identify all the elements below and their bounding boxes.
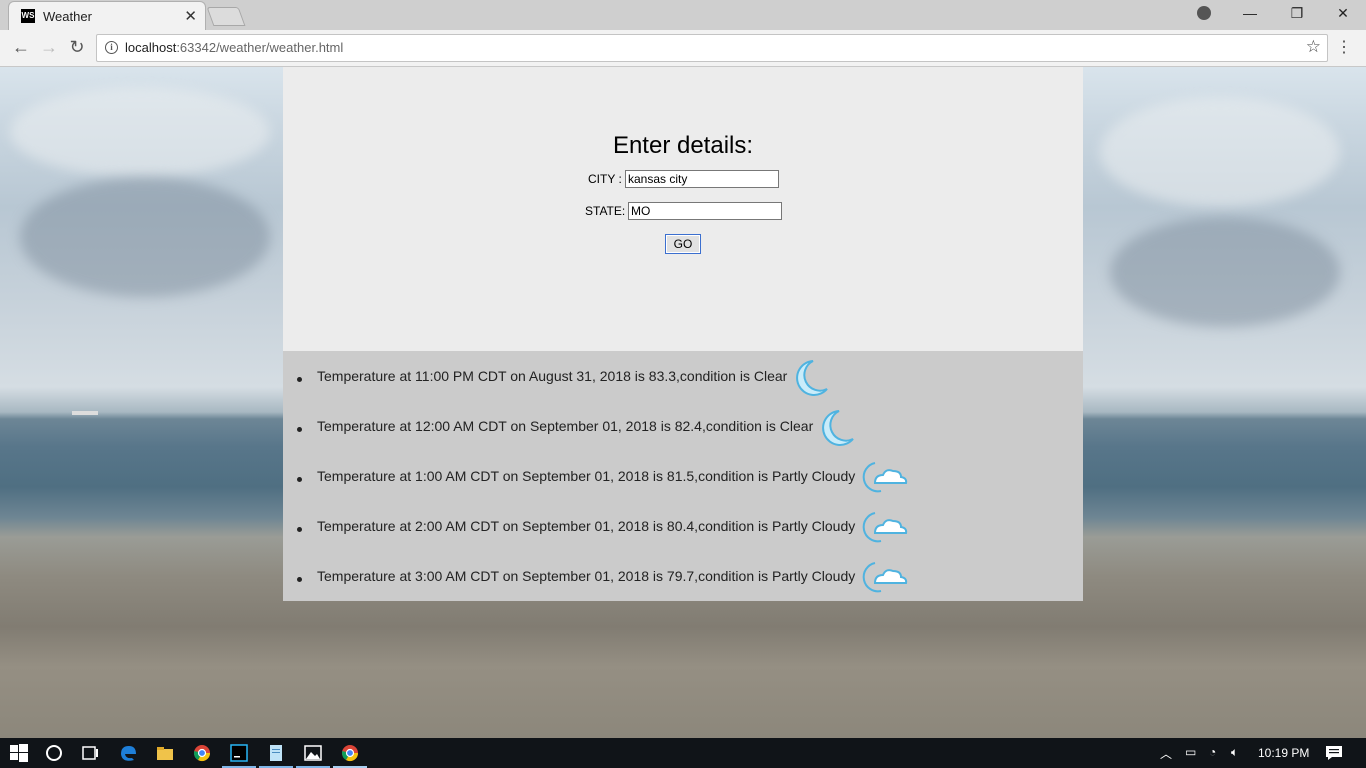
volume-icon[interactable]: 🔈︎	[1231, 745, 1238, 760]
state-input[interactable]	[628, 202, 782, 220]
bullet	[297, 577, 302, 582]
info-icon[interactable]: i	[105, 41, 118, 54]
page-viewport: Enter details: CITY : STATE: GO Temperat…	[0, 67, 1366, 738]
webstorm-icon[interactable]	[229, 743, 249, 763]
state-label: STATE:	[585, 204, 626, 218]
reload-icon[interactable]: ↻	[66, 36, 88, 58]
url-text[interactable]: localhost:63342/weather/weather.html	[125, 40, 343, 55]
city-row: CITY :	[588, 170, 779, 188]
file-explorer-icon[interactable]	[155, 743, 175, 763]
menu-icon[interactable]: ⋮	[1336, 37, 1352, 57]
profile-icon[interactable]	[1197, 6, 1211, 20]
battery-icon[interactable]: ▭	[1185, 745, 1196, 759]
go-button[interactable]: GO	[665, 234, 701, 254]
result-text: Temperature at 11:00 PM CDT on August 31…	[317, 368, 788, 384]
forward-icon[interactable]: →	[38, 36, 60, 58]
show-hidden-icons-icon[interactable]: ︿	[1160, 745, 1172, 762]
browser-tab[interactable]: WS Weather ✕	[8, 1, 206, 31]
search-cortana-icon[interactable]	[44, 743, 64, 763]
moon-icon	[822, 410, 854, 446]
taskbar: ︿ ▭ ◔ 🔈︎ 10:19 PM	[0, 738, 1366, 768]
tab-title: Weather	[43, 9, 92, 24]
background-cloud	[1100, 97, 1340, 207]
result-text: Temperature at 2:00 AM CDT on September …	[317, 518, 856, 534]
action-center-icon[interactable]	[1324, 743, 1344, 763]
partly-cloudy-night-icon	[862, 562, 908, 593]
partly-cloudy-night-icon	[862, 462, 908, 493]
restore-button[interactable]: ❐	[1287, 5, 1307, 22]
result-text: Temperature at 1:00 AM CDT on September …	[317, 468, 856, 484]
close-tab-icon[interactable]: ✕	[184, 7, 197, 25]
back-icon[interactable]: ←	[10, 36, 32, 58]
state-row: STATE:	[585, 202, 782, 220]
browser-toolbar: ← → ↻ i localhost:63342/weather/weather.…	[0, 30, 1366, 67]
chrome-icon[interactable]	[192, 743, 212, 763]
background-cloud	[20, 177, 270, 297]
webstorm-favicon-icon: WS	[21, 9, 35, 23]
background-ship	[72, 411, 98, 415]
notepad-icon[interactable]	[266, 743, 286, 763]
form-title: Enter details:	[612, 132, 754, 159]
result-text: Temperature at 12:00 AM CDT on September…	[317, 418, 814, 434]
background-cloud	[10, 87, 270, 177]
minimize-button[interactable]: —	[1240, 5, 1260, 21]
bookmark-star-icon[interactable]: ☆	[1306, 37, 1321, 57]
windows-start-icon[interactable]	[9, 743, 29, 763]
bullet	[297, 477, 302, 482]
moon-icon	[796, 360, 828, 396]
partly-cloudy-night-icon	[862, 512, 908, 543]
chrome-active-icon[interactable]	[340, 743, 360, 763]
close-window-button[interactable]: ✕	[1333, 5, 1353, 22]
edge-browser-icon[interactable]	[118, 743, 138, 763]
city-label: CITY :	[588, 172, 622, 186]
bullet	[297, 377, 302, 382]
photos-icon[interactable]	[303, 743, 323, 763]
details-form: Enter details: CITY : STATE: GO	[283, 67, 1083, 351]
address-bar[interactable]: i localhost:63342/weather/weather.html ☆	[96, 34, 1328, 62]
bullet	[297, 527, 302, 532]
background-cloud	[1110, 217, 1340, 327]
weather-results: Temperature at 11:00 PM CDT on August 31…	[283, 351, 1083, 601]
result-text: Temperature at 3:00 AM CDT on September …	[317, 568, 856, 584]
city-input[interactable]	[625, 170, 779, 188]
wifi-icon[interactable]: ◔	[1209, 745, 1216, 759]
tab-strip: WS Weather ✕ — ❐ ✕	[0, 0, 1366, 31]
new-tab-button[interactable]	[206, 7, 246, 26]
task-view-icon[interactable]	[80, 743, 100, 763]
taskbar-clock[interactable]: 10:19 PM	[1258, 746, 1309, 760]
bullet	[297, 427, 302, 432]
